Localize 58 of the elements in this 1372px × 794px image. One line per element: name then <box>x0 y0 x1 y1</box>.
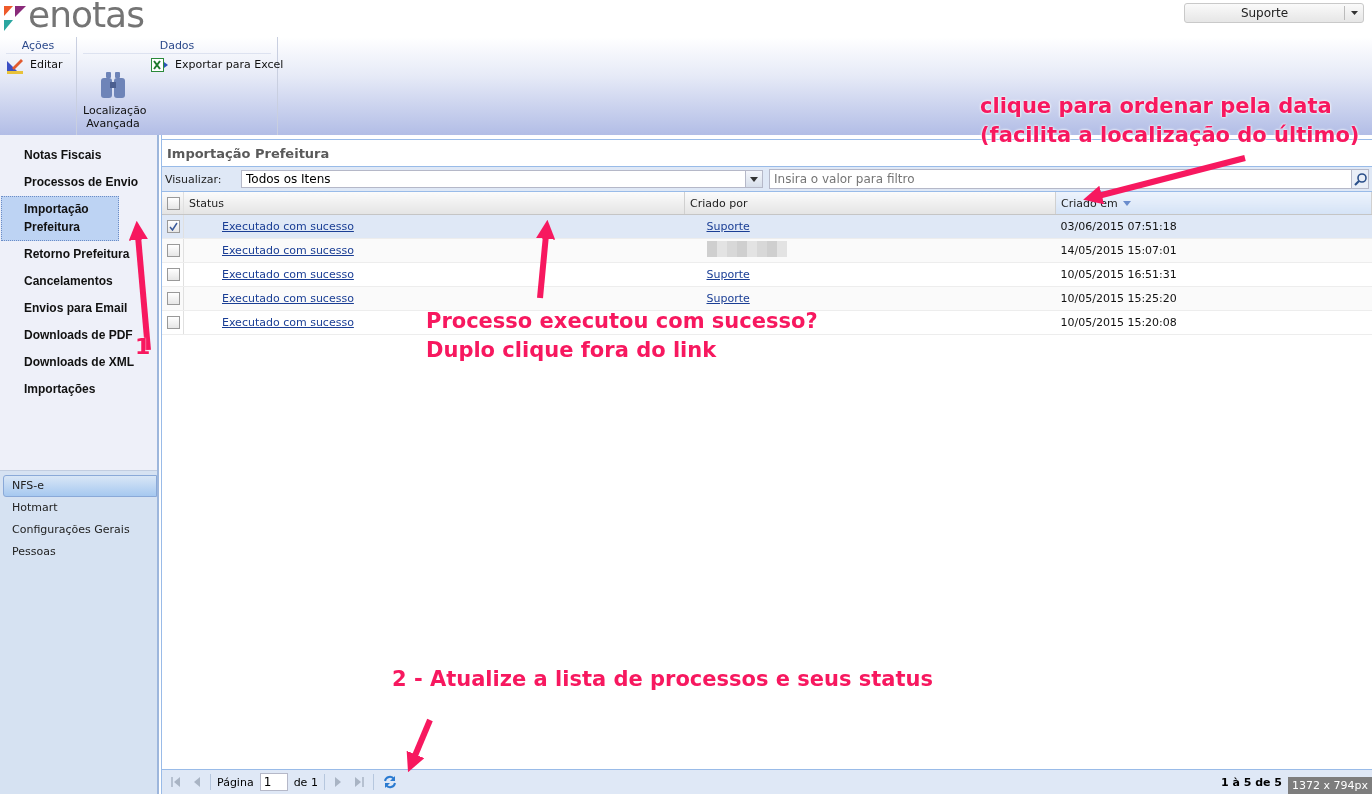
page-total: de 1 <box>293 775 318 789</box>
view-label: Visualizar: <box>165 172 223 186</box>
ribbon-button[interactable]: Editar <box>6 58 63 76</box>
column-header[interactable]: Criado por <box>684 192 1056 215</box>
sidebar-item[interactable]: Envios para Email <box>1 295 133 322</box>
ribbon-group-title: Dados <box>83 39 271 54</box>
sidebar-item[interactable]: Cancelamentos <box>1 268 118 295</box>
checkbox[interactable] <box>167 244 180 257</box>
page-field[interactable]: 1 <box>259 773 288 791</box>
column-header[interactable]: Status <box>183 192 685 215</box>
spreadsheet-icon <box>151 58 169 72</box>
sidebar-item[interactable]: Notas Fiscais <box>1 142 107 169</box>
ribbon-button[interactable]: Exportar para Excel <box>151 58 284 76</box>
status-link[interactable]: Executado com sucesso <box>222 220 354 233</box>
binoculars-icon[interactable] <box>98 70 128 100</box>
table-cell: 03/06/2015 07:51:18 <box>1055 214 1372 239</box>
user-link[interactable]: Suporte <box>706 220 750 233</box>
annotation-text: 2 - Atualize a lista de processos e seus status <box>392 666 934 693</box>
section-item[interactable]: Configurações Gerais <box>3 519 157 541</box>
sidebar-item[interactable]: Retorno Prefeitura <box>1 241 135 268</box>
user-link[interactable]: Suporte <box>706 268 750 281</box>
section-item[interactable]: Hotmart <box>3 497 157 519</box>
checkbox[interactable] <box>167 220 180 233</box>
checkbox[interactable] <box>167 292 180 305</box>
ruler-pencil-icon <box>6 58 24 74</box>
sidebar-item[interactable]: Importações <box>1 376 101 403</box>
status-link[interactable]: Executado com sucesso <box>222 268 354 281</box>
table-cell: 10/05/2015 15:20:08 <box>1055 310 1372 335</box>
ribbon-group-title: Ações <box>6 39 70 54</box>
user-link[interactable]: Suporte <box>706 292 750 305</box>
step-number: 1 <box>135 334 151 359</box>
section-item[interactable]: NFS-e <box>3 475 157 497</box>
status-link[interactable]: Executado com sucesso <box>222 292 354 305</box>
status-link[interactable]: Executado com sucesso <box>222 316 354 329</box>
annotation-text: Processo executou com sucesso? Duplo clique fora do link <box>426 308 818 364</box>
logo-text: enotas <box>28 0 144 33</box>
caret-icon <box>750 176 758 182</box>
logo-mark-icon <box>4 5 26 32</box>
checkbox[interactable] <box>167 268 180 281</box>
sidebar-item[interactable]: Importação Prefeitura <box>1 196 119 241</box>
view-select[interactable]: Todos os Itens <box>241 170 763 188</box>
size-badge: 1372 x 794px <box>1288 777 1372 794</box>
checkbox[interactable] <box>167 196 180 210</box>
table-cell: 10/05/2015 15:25:20 <box>1055 286 1372 311</box>
page-label: Página <box>217 775 254 789</box>
sidebar-item[interactable]: Processos de Envio <box>1 169 144 196</box>
filter-field[interactable]: Insira o valor para filtro <box>769 169 1351 189</box>
caret-icon <box>1350 10 1358 15</box>
user-menu-button[interactable]: Suporte <box>1184 2 1364 23</box>
table-cell: 10/05/2015 16:51:31 <box>1055 262 1372 287</box>
search-icon[interactable] <box>1353 172 1367 186</box>
checkbox[interactable] <box>167 316 180 329</box>
annotation-arrow <box>406 718 433 773</box>
record-summary: 1 à 5 de 5 <box>1220 775 1282 789</box>
sidebar-item[interactable]: Downloads de PDF <box>1 322 138 349</box>
status-link[interactable]: Executado com sucesso <box>222 244 354 257</box>
table-cell: 14/05/2015 15:07:01 <box>1055 238 1372 263</box>
section-item[interactable]: Pessoas <box>3 541 157 563</box>
